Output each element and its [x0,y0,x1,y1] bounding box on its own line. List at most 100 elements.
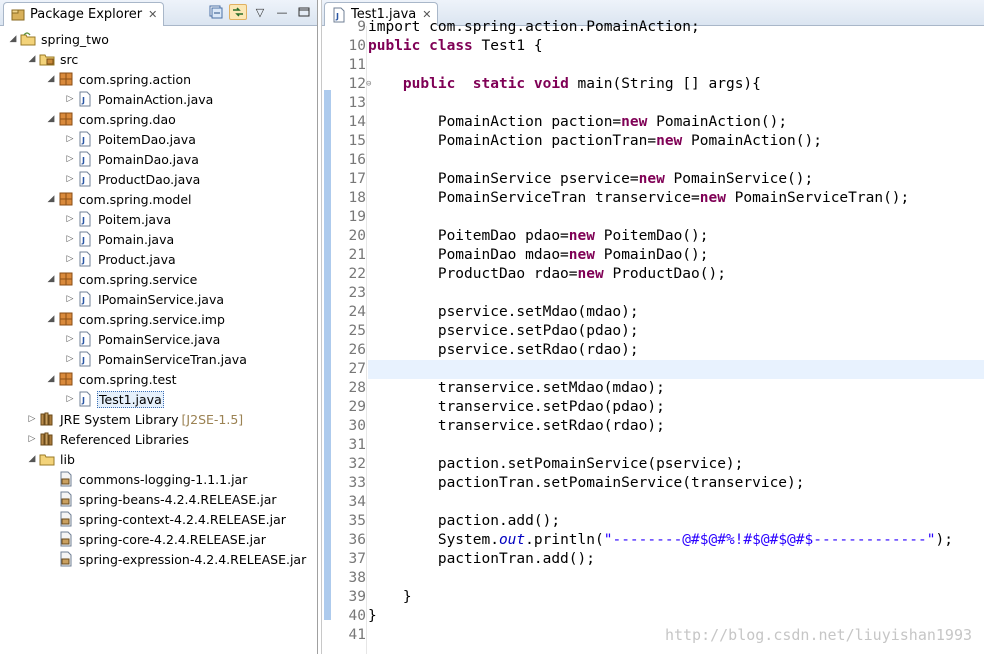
code-line[interactable]: } [368,607,984,626]
expanded-arrow-icon[interactable]: ◢ [44,189,58,209]
line-number-gutter: 9 10 11 12 ⊖ 13 14 15 16 17 18 19 20 21 22 23 24 25 26 27 28… [332,19,371,654]
expanded-arrow-icon[interactable]: ◢ [44,109,58,129]
code-line[interactable]: transervice.setPdao(pdao); [368,398,984,417]
keyword-token: static [472,76,526,92]
collapsed-arrow-icon[interactable]: ▷ [63,389,77,409]
code-line[interactable] [368,151,984,170]
tree-item[interactable]: ▷ J Test1.java [0,389,317,409]
code-line[interactable] [368,569,984,588]
collapsed-arrow-icon[interactable]: ▷ [63,289,77,309]
code-line[interactable]: pservice.setRdao(rdao); [368,341,984,360]
expanded-arrow-icon[interactable]: ◢ [25,449,39,469]
tree-item[interactable]: spring-beans-4.2.4.RELEASE.jar [0,489,317,509]
line-number: 31 [348,437,366,453]
code-line[interactable]: paction.setPomainService(pservice); [368,455,984,474]
collapse-all-icon[interactable] [207,4,225,20]
collapsed-arrow-icon[interactable]: ▷ [63,229,77,249]
tree-item[interactable]: ▷ J PomainDao.java [0,149,317,169]
code-line[interactable]: } [368,588,984,607]
tree-item[interactable]: ▷ J Pomain.java [0,229,317,249]
tree-item[interactable]: ▷ J ProductDao.java [0,169,317,189]
link-with-editor-icon[interactable] [229,4,247,20]
code-line[interactable] [368,56,984,75]
view-menu-icon[interactable]: ▽ [251,4,269,20]
tree-item[interactable]: ◢ com.spring.model [0,189,317,209]
code-line[interactable]: transervice.setMdao(mdao); [368,379,984,398]
tree-item[interactable]: ◢ com.spring.service.imp [0,309,317,329]
collapsed-arrow-icon[interactable]: ▷ [63,249,77,269]
code-line[interactable]: pservice.setMdao(mdao); [368,303,984,322]
tree-item[interactable]: ▷ J Poitem.java [0,209,317,229]
code-line[interactable]: System.out.println("--------@#$@#%!#$@#$… [368,531,984,550]
tree-item[interactable]: spring-context-4.2.4.RELEASE.jar [0,509,317,529]
collapsed-arrow-icon[interactable]: ▷ [63,129,77,149]
tree-item[interactable]: ◢ spring_two [0,29,317,49]
tree-item[interactable]: ▷ J PoitemDao.java [0,129,317,149]
collapsed-arrow-icon[interactable]: ▷ [25,409,39,429]
code-line[interactable]: transervice.setRdao(rdao); [368,417,984,436]
code-line[interactable]: PomainAction paction=new PomainAction(); [368,113,984,132]
tree-item[interactable]: ◢ com.spring.test [0,369,317,389]
code-line[interactable]: PomainAction pactionTran=new PomainActio… [368,132,984,151]
collapsed-arrow-icon[interactable]: ▷ [63,169,77,189]
tree-item[interactable]: ▷ Referenced Libraries [0,429,317,449]
close-icon[interactable]: ✕ [148,8,157,21]
code-line[interactable]: PoitemDao pdao=new PoitemDao(); [368,227,984,246]
code-lines[interactable]: import com.spring.action.PomainAction; pu… [368,19,984,654]
tree-item[interactable]: ▷ JRE System Library [J2SE-1.5] [0,409,317,429]
code-line[interactable]: pactionTran.add(); [368,550,984,569]
tree-item[interactable]: ◢ lib [0,449,317,469]
library-icon [40,412,53,426]
tree-item[interactable]: spring-core-4.2.4.RELEASE.jar [0,529,317,549]
tree-item[interactable]: ▷ J PomainService.java [0,329,317,349]
code-line[interactable]: PomainDao mdao=new PomainDao(); [368,246,984,265]
expanded-arrow-icon[interactable]: ◢ [44,309,58,329]
code-line[interactable] [368,360,984,379]
expanded-arrow-icon[interactable]: ◢ [6,29,20,49]
tree-item[interactable]: ▷ J IPomainService.java [0,289,317,309]
line-number: 18 [348,190,366,206]
code-line[interactable]: PomainServiceTran transervice=new Pomain… [368,189,984,208]
collapsed-arrow-icon[interactable]: ▷ [63,329,77,349]
collapsed-arrow-icon[interactable]: ▷ [63,349,77,369]
tree-item[interactable]: ◢ com.spring.service [0,269,317,289]
expanded-arrow-icon[interactable]: ◢ [25,49,39,69]
tree-item[interactable]: ◢ com.spring.dao [0,109,317,129]
tree-item[interactable]: ◢ com.spring.action [0,69,317,89]
code-line[interactable] [368,208,984,227]
tree-item[interactable]: ▷ J PomainServiceTran.java [0,349,317,369]
code-line[interactable]: import com.spring.action.PomainAction; [368,18,984,37]
code-line[interactable] [368,284,984,303]
tree-item[interactable]: ▷ J PomainAction.java [0,89,317,109]
tab-package-explorer[interactable]: Package Explorer ✕ [3,2,165,26]
tree-item[interactable]: ◢ src [0,49,317,69]
expanded-arrow-icon[interactable]: ◢ [44,69,58,89]
code-line[interactable]: PomainService pservice=new PomainService… [368,170,984,189]
code-line[interactable]: paction.add(); [368,512,984,531]
code-area[interactable]: 9 10 11 12 ⊖ 13 14 15 16 17 18 19 20 21 22 23 24 25 26 27 28… [322,19,984,654]
code-line[interactable]: pactionTran.setPomainService(transervice… [368,474,984,493]
collapsed-arrow-icon[interactable]: ▷ [25,429,39,449]
package-icon [59,312,73,326]
code-line[interactable] [368,493,984,512]
collapsed-arrow-icon[interactable]: ▷ [63,149,77,169]
code-line[interactable]: public static void main(String [] args){ [368,75,984,94]
line-number: 30 [348,418,366,434]
tree-item[interactable]: ▷ J Product.java [0,249,317,269]
tree-item[interactable]: commons-logging-1.1.1.jar [0,469,317,489]
code-line[interactable] [368,436,984,455]
collapsed-arrow-icon[interactable]: ▷ [63,89,77,109]
code-token: pactionTran.setPomainService(transervice… [368,475,805,491]
code-line[interactable]: public class Test1 { [368,37,984,56]
expanded-arrow-icon[interactable]: ◢ [44,269,58,289]
expanded-arrow-icon[interactable]: ◢ [44,369,58,389]
collapsed-arrow-icon[interactable]: ▷ [63,209,77,229]
tree-item-label: spring-core-4.2.4.RELEASE.jar [79,531,266,547]
code-line[interactable]: ProductDao rdao=new ProductDao(); [368,265,984,284]
minimize-icon[interactable]: — [273,4,291,20]
maximize-icon[interactable] [295,4,313,20]
code-line[interactable]: pservice.setPdao(pdao); [368,322,984,341]
code-line[interactable] [368,94,984,113]
tree-item[interactable]: spring-expression-4.2.4.RELEASE.jar [0,549,317,569]
tree-item-label: PoitemDao.java [98,131,196,147]
